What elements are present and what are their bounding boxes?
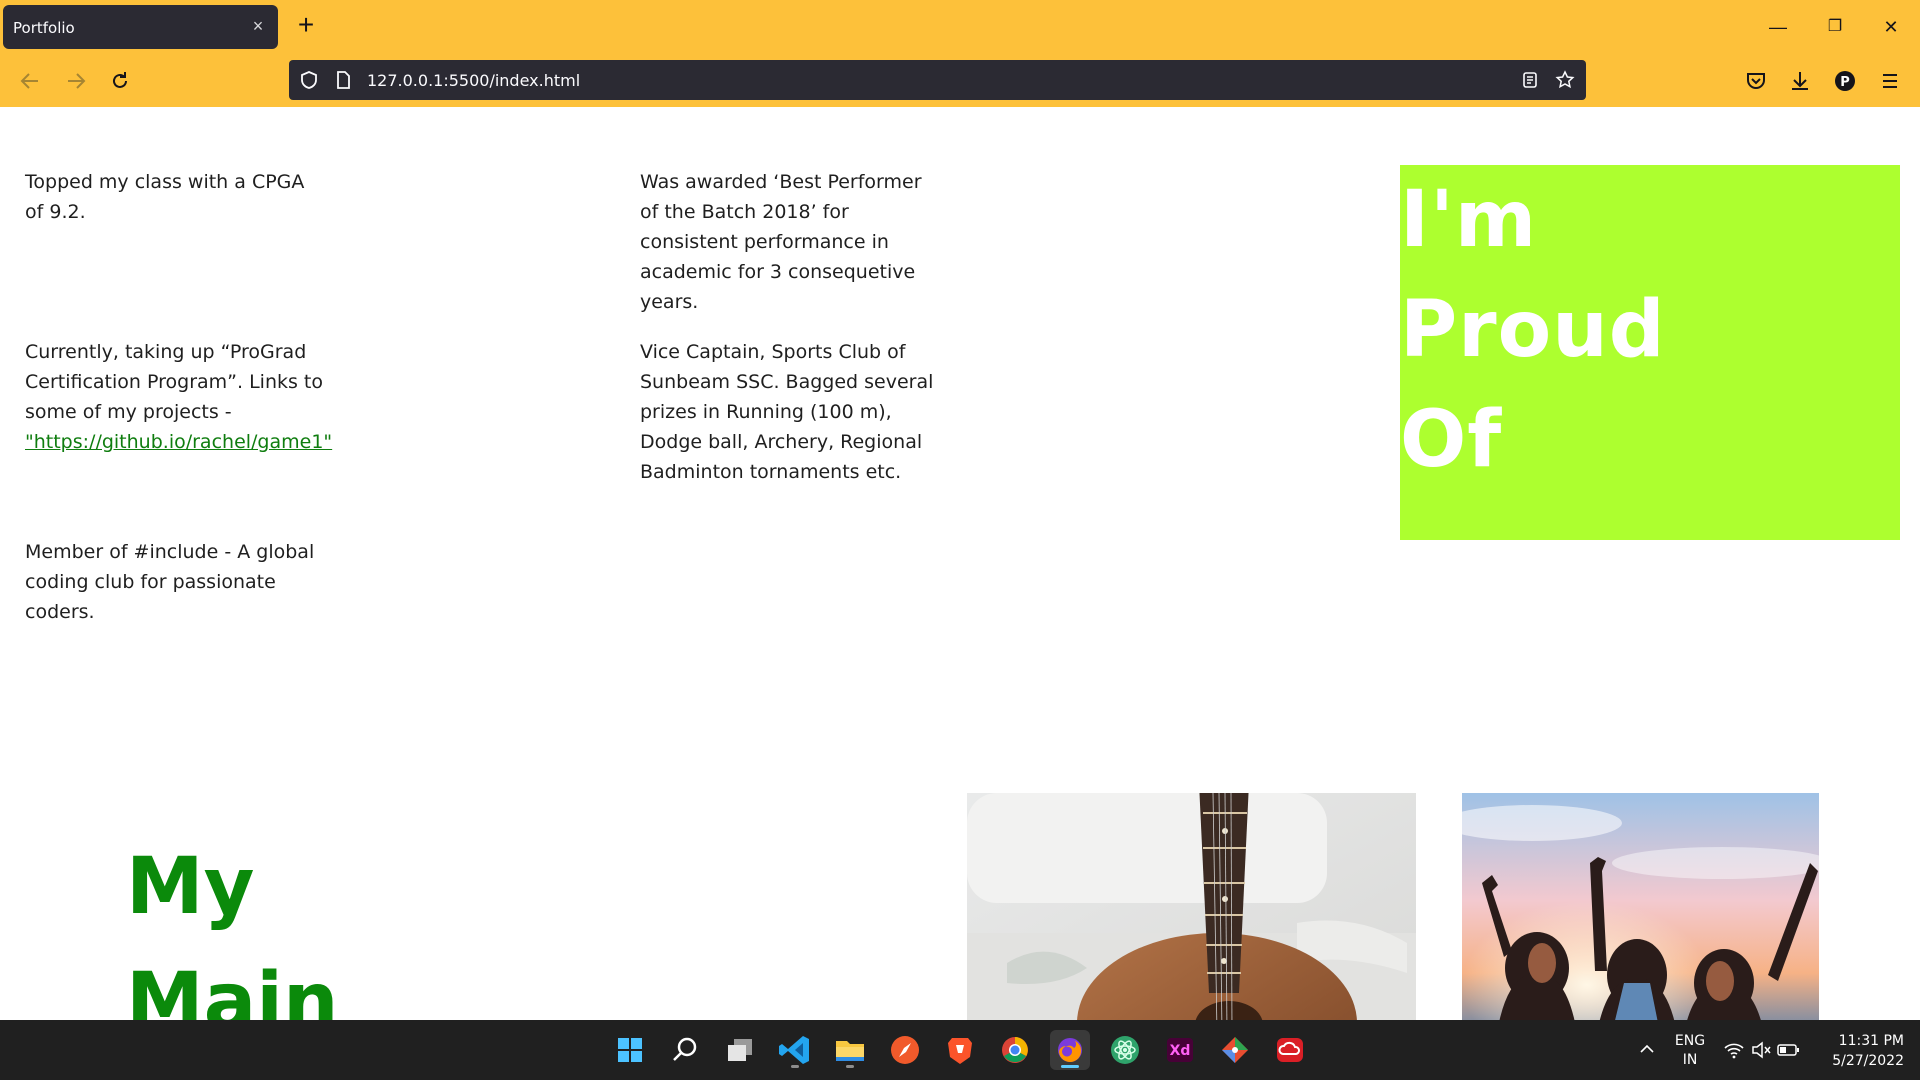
downloads-button[interactable] — [1784, 65, 1816, 97]
account-button[interactable]: P — [1829, 65, 1861, 97]
atom-button[interactable] — [1105, 1030, 1145, 1070]
tray-overflow-button[interactable] — [1636, 1040, 1658, 1062]
adobe-xd-label: Xd — [1170, 1043, 1191, 1059]
proud-heading-line-2: Proud — [1400, 285, 1666, 375]
minimize-button[interactable]: — — [1762, 12, 1794, 42]
brave-button[interactable] — [940, 1030, 980, 1070]
swift-button[interactable] — [885, 1030, 925, 1070]
avatar-icon: P — [1835, 71, 1855, 91]
creative-cloud-button[interactable] — [1270, 1030, 1310, 1070]
proud-heading-line-3: Of — [1400, 395, 1503, 485]
hamburger-icon — [1883, 74, 1897, 88]
task-view-icon — [728, 1039, 752, 1061]
windows-taskbar: Xd ENG IN 11:31 PM 5/27/2022 — [0, 1020, 1920, 1080]
forward-arrow-icon — [68, 73, 86, 89]
shield-icon[interactable] — [299, 70, 319, 90]
page-icon[interactable] — [333, 70, 353, 90]
chrome-button[interactable] — [995, 1030, 1035, 1070]
proud-of-box: I'm Proud Of — [1400, 165, 1900, 540]
clock[interactable]: 11:31 PM 5/27/2022 — [1818, 1031, 1904, 1071]
tab-close-icon[interactable]: × — [248, 16, 268, 36]
tab-bar: Portfolio × + — ❐ ✕ — [0, 0, 1920, 55]
creative-cloud-icon — [1277, 1038, 1303, 1062]
file-explorer-button[interactable] — [830, 1030, 870, 1070]
active-indicator — [1061, 1065, 1079, 1068]
wifi-icon — [1724, 1043, 1744, 1059]
file-explorer-icon — [836, 1041, 864, 1061]
chevron-up-icon — [1640, 1044, 1654, 1053]
tab-portfolio[interactable]: Portfolio × — [3, 5, 278, 49]
friends-photo — [1462, 793, 1819, 1020]
system-status-button[interactable] — [1722, 1038, 1802, 1062]
adobe-xd-button[interactable]: Xd — [1160, 1030, 1200, 1070]
pocket-button[interactable] — [1740, 65, 1772, 97]
bookmark-star-icon[interactable] — [1555, 70, 1575, 90]
region-code: IN — [1682, 1052, 1698, 1068]
url-bar[interactable]: 127.0.0.1:5500/index.html — [289, 60, 1586, 100]
project-link[interactable]: "https://github.io/rachel/game1" — [25, 431, 332, 453]
achievement-include: Member of #include - A global coding clu… — [25, 541, 315, 623]
search-icon — [673, 1037, 697, 1061]
clock-time: 11:31 PM — [1838, 1033, 1904, 1049]
main-heading: My Main — [126, 830, 339, 1020]
close-window-button[interactable]: ✕ — [1875, 12, 1907, 42]
start-button[interactable] — [610, 1030, 650, 1070]
start-icon — [618, 1038, 642, 1062]
main-heading-line-1: My — [126, 842, 255, 932]
page-content: Topped my class with a CPGA of 9.2. Curr… — [0, 107, 1920, 1020]
restore-button[interactable]: ❐ — [1819, 12, 1851, 42]
chrome-icon — [1002, 1037, 1028, 1063]
language-indicator[interactable]: ENG IN — [1668, 1032, 1712, 1070]
firefox-icon — [1058, 1038, 1082, 1063]
vscode-icon — [779, 1036, 809, 1064]
swift-icon — [891, 1036, 919, 1064]
navigation-toolbar: 127.0.0.1:5500/index.html P — [0, 55, 1920, 107]
volume-muted-icon — [1752, 1041, 1771, 1059]
task-view-button[interactable] — [720, 1030, 760, 1070]
reload-button[interactable] — [104, 65, 136, 97]
tab-title: Portfolio — [13, 19, 75, 37]
firefox-button[interactable] — [1050, 1030, 1090, 1070]
pocket-icon — [1747, 73, 1765, 89]
battery-icon — [1777, 1044, 1799, 1056]
adobe-xd-icon: Xd — [1167, 1038, 1193, 1062]
git-button[interactable] — [1215, 1030, 1255, 1070]
menu-button[interactable] — [1874, 65, 1906, 97]
search-button[interactable] — [665, 1030, 705, 1070]
language-code: ENG — [1674, 1033, 1706, 1049]
running-indicator — [791, 1065, 799, 1068]
guitar-photo — [967, 793, 1416, 1020]
download-icon — [1792, 72, 1808, 90]
achievement-best-performer: Was awarded ‘Best Performer of the Batch… — [640, 171, 922, 313]
vscode-button[interactable] — [775, 1030, 815, 1070]
url-text[interactable]: 127.0.0.1:5500/index.html — [367, 71, 580, 90]
achievement-prograd-text: Currently, taking up “ProGrad Certificat… — [25, 341, 323, 423]
proud-heading-line-1: I'm — [1400, 175, 1538, 265]
new-tab-button[interactable]: + — [292, 11, 320, 40]
svg-text:P: P — [1840, 75, 1850, 90]
brave-icon — [948, 1038, 972, 1064]
main-heading-line-2: Main — [126, 957, 339, 1020]
forward-button[interactable] — [60, 65, 92, 97]
achievement-sports: Vice Captain, Sports Club of Sunbeam SSC… — [640, 341, 934, 483]
reader-view-icon[interactable] — [1520, 70, 1540, 90]
git-icon — [1222, 1037, 1248, 1063]
reload-icon — [113, 72, 127, 88]
back-arrow-icon — [20, 73, 38, 89]
clock-date: 5/27/2022 — [1832, 1053, 1904, 1069]
back-button[interactable] — [14, 65, 46, 97]
atom-icon — [1111, 1036, 1139, 1064]
running-indicator — [846, 1065, 854, 1068]
achievement-cgpa: Topped my class with a CPGA of 9.2. — [25, 171, 305, 223]
achievement-prograd: Currently, taking up “ProGrad Certificat… — [25, 337, 332, 457]
